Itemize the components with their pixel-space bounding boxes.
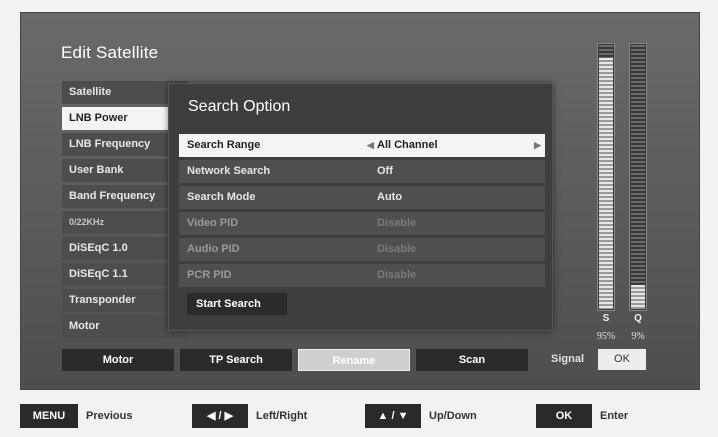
option-value: Disable (377, 217, 417, 229)
motor-button[interactable]: Motor (62, 349, 174, 371)
scan-button[interactable]: Scan (416, 349, 528, 371)
left-right-key[interactable]: ◀ / ▶ (192, 404, 248, 428)
option-search-mode[interactable]: Search Mode Auto (179, 186, 545, 209)
option-value: Off (377, 165, 393, 177)
tp-search-button[interactable]: TP Search (180, 349, 292, 371)
option-label: Video PID (187, 217, 239, 229)
signal-strength-meter (597, 43, 615, 311)
remote-key-legend: MENU Previous ◀ / ▶ Left/Right ▲ / ▼ Up/… (0, 404, 718, 434)
tv-screen: Edit Satellite Satellite LNB Power LNB F… (20, 12, 700, 390)
option-label: PCR PID (187, 269, 232, 281)
ok-key-action: Enter (600, 410, 629, 422)
option-value: Disable (377, 243, 417, 255)
signal-status-badge: OK (598, 349, 646, 370)
ok-key[interactable]: OK (536, 404, 592, 428)
option-audio-pid: Audio PID Disable (179, 238, 545, 261)
search-option-dialog: Search Option Search Range ◀ All Channel… (168, 83, 553, 331)
signal-quality-meter (629, 43, 647, 311)
dialog-title: Search Option (188, 98, 291, 115)
up-down-action: Up/Down (429, 410, 477, 422)
quality-value: 9% (631, 331, 645, 342)
start-search-button[interactable]: Start Search (187, 293, 287, 315)
up-down-key[interactable]: ▲ / ▼ (365, 404, 421, 428)
signal-label: Signal (551, 353, 585, 365)
rename-button[interactable]: Rename (298, 349, 410, 371)
option-label: Network Search (187, 165, 271, 177)
strength-label: S (602, 313, 610, 324)
option-search-range[interactable]: Search Range ◀ All Channel ▶ (179, 134, 545, 157)
menu-key[interactable]: MENU (20, 404, 78, 428)
option-value: All Channel (377, 139, 438, 151)
option-value: Auto (377, 191, 403, 203)
menu-key-action: Previous (86, 410, 133, 422)
option-video-pid: Video PID Disable (179, 212, 545, 235)
option-pcr-pid: PCR PID Disable (179, 264, 545, 287)
page-title: Edit Satellite (61, 43, 159, 62)
option-value: Disable (377, 269, 417, 281)
meter-track (631, 45, 645, 309)
strength-value: 95% (596, 331, 616, 342)
arrow-right-icon[interactable]: ▶ (534, 134, 541, 157)
left-right-action: Left/Right (256, 410, 308, 422)
option-list: Search Range ◀ All Channel ▶ Network Sea… (179, 134, 545, 290)
option-label: Search Range (187, 139, 261, 151)
option-label: Audio PID (187, 243, 240, 255)
quality-label: Q (634, 313, 642, 324)
signal-strength-fill (599, 58, 613, 309)
option-network-search[interactable]: Network Search Off (179, 160, 545, 183)
signal-quality-fill (631, 285, 645, 309)
arrow-left-icon[interactable]: ◀ (367, 134, 374, 157)
option-label: Search Mode (187, 191, 256, 203)
